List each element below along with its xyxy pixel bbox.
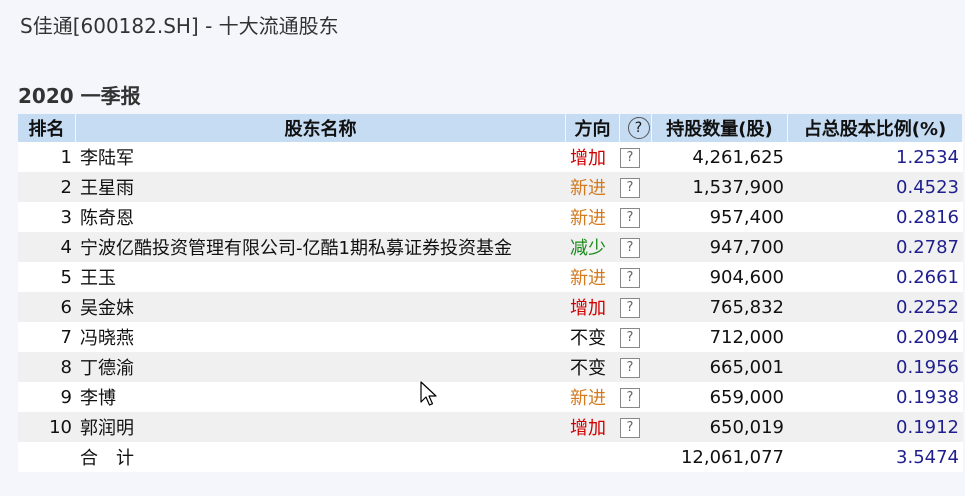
rank-cell: 4 <box>18 232 76 262</box>
report-period: 2020 一季报 <box>18 84 141 108</box>
help-icon[interactable]: ? <box>620 417 640 438</box>
table-header-row: 排名 股东名称 方向 ? 持股数量(股) 占总股本比例(%) <box>18 114 963 142</box>
direction-cell: 增加 <box>566 142 620 172</box>
shareholder-name-cell[interactable]: 王星雨 <box>76 172 566 202</box>
total-ratio: 3.5474 <box>788 442 963 472</box>
ratio-cell: 0.2787 <box>788 232 963 262</box>
help-cell[interactable]: ? <box>620 142 652 172</box>
table-row: 5 王玉 新进? 904,600 0.2661 <box>18 262 963 292</box>
header-rank[interactable]: 排名 <box>18 114 76 142</box>
shareholders-table: 排名 股东名称 方向 ? 持股数量(股) 占总股本比例(%) 1 李陆军 增加? 4,… <box>18 114 963 472</box>
table-row: 10 郭润明 增加? 650,019 0.1912 <box>18 412 963 442</box>
table-row: 4 宁波亿酷投资管理有限公司-亿酷1期私募证券投资基金 减少? 947,700 0.27… <box>18 232 963 262</box>
help-icon[interactable]: ? <box>620 237 640 258</box>
help-icon[interactable]: ? <box>620 177 640 198</box>
shareholder-name-cell[interactable]: 陈奇恩 <box>76 202 566 232</box>
table-row: 8 丁德渝 不变? 665,001 0.1956 <box>18 352 963 382</box>
direction-cell: 减少 <box>566 232 620 262</box>
direction-cell: 增加 <box>566 292 620 322</box>
total-label: 合 计 <box>76 442 566 472</box>
help-circle-icon[interactable]: ? <box>627 117 650 139</box>
page-title: S佳通[600182.SH] - 十大流通股东 <box>20 14 339 38</box>
ratio-cell: 0.1938 <box>788 382 963 412</box>
shareholder-name-cell[interactable]: 丁德渝 <box>76 352 566 382</box>
header-help[interactable]: ? <box>620 114 652 142</box>
shares-cell: 4,261,625 <box>652 142 788 172</box>
rank-cell: 9 <box>18 382 76 412</box>
ratio-cell: 0.2661 <box>788 262 963 292</box>
ratio-cell: 0.2816 <box>788 202 963 232</box>
help-cell[interactable]: ? <box>620 262 652 292</box>
ratio-cell: 0.1956 <box>788 352 963 382</box>
table-row: 7 冯晓燕 不变? 712,000 0.2094 <box>18 322 963 352</box>
table-row: 1 李陆军 增加? 4,261,625 1.2534 <box>18 142 963 172</box>
ratio-cell: 0.1912 <box>788 412 963 442</box>
help-cell[interactable]: ? <box>620 292 652 322</box>
help-cell[interactable]: ? <box>620 322 652 352</box>
total-rank-cell <box>18 442 76 472</box>
rank-cell: 3 <box>18 202 76 232</box>
direction-cell: 新进 <box>566 202 620 232</box>
total-row: 合 计 12,061,077 3.5474 <box>18 442 963 472</box>
rank-cell: 2 <box>18 172 76 202</box>
table-row: 2 王星雨 新进? 1,537,900 0.4523 <box>18 172 963 202</box>
rank-cell: 8 <box>18 352 76 382</box>
header-ratio[interactable]: 占总股本比例(%) <box>788 114 963 142</box>
shareholder-name-cell[interactable]: 吴金妹 <box>76 292 566 322</box>
direction-cell: 不变 <box>566 322 620 352</box>
help-cell[interactable]: ? <box>620 202 652 232</box>
rank-cell: 1 <box>18 142 76 172</box>
header-name[interactable]: 股东名称 <box>76 114 566 142</box>
rank-cell: 6 <box>18 292 76 322</box>
shares-cell: 957,400 <box>652 202 788 232</box>
shares-cell: 904,600 <box>652 262 788 292</box>
shares-cell: 659,000 <box>652 382 788 412</box>
direction-cell: 不变 <box>566 352 620 382</box>
help-icon[interactable]: ? <box>620 207 640 228</box>
help-icon[interactable]: ? <box>620 297 640 318</box>
shares-cell: 712,000 <box>652 322 788 352</box>
ratio-cell: 1.2534 <box>788 142 963 172</box>
direction-cell: 新进 <box>566 382 620 412</box>
direction-cell: 增加 <box>566 412 620 442</box>
shareholder-name-cell[interactable]: 王玉 <box>76 262 566 292</box>
shares-cell: 650,019 <box>652 412 788 442</box>
table-row: 6 吴金妹 增加? 765,832 0.2252 <box>18 292 963 322</box>
help-icon[interactable]: ? <box>620 327 640 348</box>
table-row: 3 陈奇恩 新进? 957,400 0.2816 <box>18 202 963 232</box>
shares-cell: 1,537,900 <box>652 172 788 202</box>
help-cell[interactable]: ? <box>620 352 652 382</box>
rank-cell: 10 <box>18 412 76 442</box>
shares-cell: 947,700 <box>652 232 788 262</box>
direction-cell: 新进 <box>566 262 620 292</box>
help-icon[interactable]: ? <box>620 147 640 168</box>
shareholder-name-cell[interactable]: 李陆军 <box>76 142 566 172</box>
help-cell[interactable]: ? <box>620 172 652 202</box>
shareholder-name-cell[interactable]: 冯晓燕 <box>76 322 566 352</box>
mouse-cursor-icon <box>420 381 437 406</box>
header-direction[interactable]: 方向 <box>566 114 620 142</box>
header-shares[interactable]: 持股数量(股) <box>652 114 788 142</box>
help-cell[interactable]: ? <box>620 232 652 262</box>
shares-cell: 765,832 <box>652 292 788 322</box>
help-cell[interactable]: ? <box>620 412 652 442</box>
shares-cell: 665,001 <box>652 352 788 382</box>
help-icon[interactable]: ? <box>620 357 640 378</box>
ratio-cell: 0.4523 <box>788 172 963 202</box>
rank-cell: 5 <box>18 262 76 292</box>
total-shares: 12,061,077 <box>652 442 788 472</box>
help-cell[interactable]: ? <box>620 382 652 412</box>
direction-cell: 新进 <box>566 172 620 202</box>
ratio-cell: 0.2094 <box>788 322 963 352</box>
shareholder-name-cell[interactable]: 宁波亿酷投资管理有限公司-亿酷1期私募证券投资基金 <box>76 232 566 262</box>
rank-cell: 7 <box>18 322 76 352</box>
table-row: 9 李博 新进? 659,000 0.1938 <box>18 382 963 412</box>
total-help-cell <box>620 442 652 472</box>
shareholder-name-cell[interactable]: 郭润明 <box>76 412 566 442</box>
help-icon[interactable]: ? <box>620 387 640 408</box>
ratio-cell: 0.2252 <box>788 292 963 322</box>
total-direction-cell <box>566 442 620 472</box>
shareholder-name-cell[interactable]: 李博 <box>76 382 566 412</box>
help-icon[interactable]: ? <box>620 267 640 288</box>
